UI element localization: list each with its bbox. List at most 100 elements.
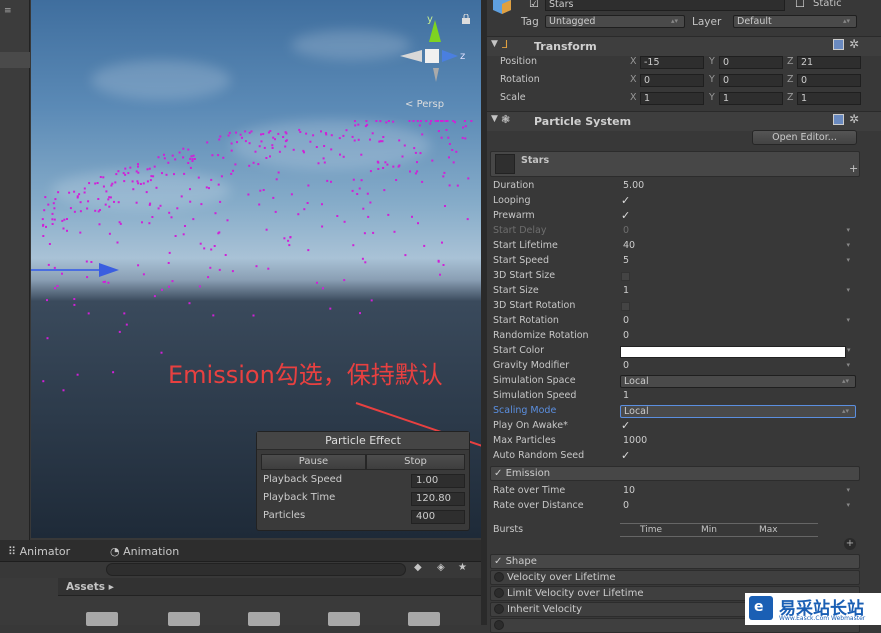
prop-field[interactable]: 0 bbox=[620, 330, 856, 343]
particle bbox=[118, 221, 121, 224]
particle bbox=[168, 285, 170, 288]
prop-field[interactable]: 1 ▾ bbox=[620, 285, 856, 298]
rate-over-distance-field[interactable]: 0 ▾ bbox=[620, 500, 856, 513]
particle-system-header[interactable]: ▼ ❃ Particle System ✲ bbox=[487, 111, 881, 131]
layer-dropdown[interactable]: Default ▴▾ bbox=[733, 15, 857, 28]
add-burst-button[interactable]: + bbox=[844, 538, 856, 550]
tab-animator[interactable]: ⠿ Animator bbox=[8, 545, 70, 558]
particle bbox=[115, 173, 118, 176]
assets-label[interactable]: Assets ▸ bbox=[66, 581, 114, 593]
chevron-down-icon[interactable]: ▾ bbox=[846, 255, 850, 266]
transform-header[interactable]: ▼ ⅃ Transform ✲ bbox=[487, 36, 881, 56]
playback-time-field[interactable]: 120.80 bbox=[411, 492, 465, 506]
particle bbox=[401, 155, 404, 158]
prop-field[interactable]: 40 ▾ bbox=[620, 240, 856, 253]
menu-icon[interactable]: ≡ bbox=[4, 6, 12, 16]
help-icon[interactable] bbox=[833, 114, 844, 125]
tag-dropdown[interactable]: Untagged ▴▾ bbox=[545, 15, 685, 28]
emission-checkbox[interactable]: ✓ bbox=[494, 468, 502, 479]
prop-field[interactable]: 1000 bbox=[620, 435, 856, 448]
prop-field[interactable]: 1 bbox=[620, 390, 856, 403]
particle bbox=[54, 198, 57, 201]
z-field[interactable]: 0 bbox=[797, 74, 861, 87]
particle bbox=[230, 142, 233, 145]
x-field[interactable]: -15 bbox=[640, 56, 704, 69]
prop-field[interactable]: 5.00 bbox=[620, 180, 856, 193]
open-editor-button[interactable]: Open Editor... bbox=[752, 130, 857, 145]
folder-icon[interactable] bbox=[248, 612, 280, 626]
chevron-down-icon[interactable]: ▾ bbox=[846, 360, 850, 371]
persp-label[interactable]: < Persp bbox=[405, 99, 444, 110]
x-field[interactable]: 0 bbox=[640, 74, 704, 87]
playback-speed-field[interactable]: 1.00 bbox=[411, 474, 465, 488]
x-field[interactable]: 1 bbox=[640, 92, 704, 105]
foldout-icon[interactable]: ▼ bbox=[491, 114, 498, 124]
folder-icon[interactable] bbox=[168, 612, 200, 626]
star-icon[interactable]: ★ bbox=[458, 562, 467, 573]
module-velocity-over-lifetime[interactable]: Velocity over Lifetime bbox=[490, 570, 860, 585]
z-field[interactable]: 21 bbox=[797, 56, 861, 69]
y-field[interactable]: 0 bbox=[719, 74, 783, 87]
scene-gizmo[interactable]: y z bbox=[400, 12, 470, 112]
chevron-down-icon[interactable]: ▴▾ bbox=[842, 406, 849, 417]
particle bbox=[112, 371, 115, 374]
chevron-down-icon[interactable]: ▾ bbox=[846, 240, 850, 251]
module-toggle[interactable] bbox=[494, 604, 504, 614]
prop-checkbox[interactable]: ✓ bbox=[621, 419, 630, 432]
selected-row[interactable] bbox=[0, 52, 30, 68]
project-search-input[interactable] bbox=[106, 563, 406, 576]
label-icon[interactable]: ◈ bbox=[437, 562, 445, 573]
module-toggle[interactable] bbox=[494, 588, 504, 598]
shape-checkbox[interactable]: ✓ bbox=[494, 556, 502, 567]
gear-icon[interactable]: ✲ bbox=[849, 112, 859, 126]
help-icon[interactable] bbox=[833, 39, 844, 50]
chevron-down-icon[interactable]: ▴▾ bbox=[842, 376, 849, 387]
module-toggle[interactable] bbox=[494, 572, 504, 582]
system-module-header[interactable]: Stars + bbox=[490, 151, 860, 177]
add-icon[interactable]: + bbox=[849, 162, 858, 175]
prop-checkbox[interactable] bbox=[621, 302, 630, 311]
emission-module-header[interactable]: ✓ Emission bbox=[490, 466, 860, 481]
stop-button[interactable]: Stop bbox=[366, 454, 465, 470]
static-checkbox[interactable]: ☐ bbox=[795, 0, 805, 10]
module-shape[interactable]: ✓ Shape bbox=[490, 554, 860, 569]
folder-icon[interactable] bbox=[86, 612, 118, 626]
prop-field[interactable]: Local ▴▾ bbox=[620, 375, 856, 388]
prop-field[interactable]: 5 ▾ bbox=[620, 255, 856, 268]
folder-icon[interactable] bbox=[328, 612, 360, 626]
lock-icon[interactable] bbox=[461, 14, 471, 24]
chevron-down-icon[interactable]: ▾ bbox=[846, 225, 850, 236]
prop-checkbox[interactable]: ✓ bbox=[621, 209, 630, 222]
prop-field[interactable]: 0 ▾ bbox=[620, 360, 856, 373]
particle bbox=[323, 145, 326, 147]
prop-field[interactable]: Local ▴▾ bbox=[620, 405, 856, 418]
prop-label: Duration bbox=[493, 180, 535, 191]
module-toggle[interactable] bbox=[494, 620, 504, 630]
y-field[interactable]: 1 bbox=[719, 92, 783, 105]
particle bbox=[383, 189, 386, 192]
rate-over-time-field[interactable]: 10 ▾ bbox=[620, 485, 856, 498]
prop-checkbox[interactable]: ✓ bbox=[621, 449, 630, 462]
chevron-down-icon[interactable]: ▾ bbox=[846, 285, 850, 296]
filter-icon[interactable]: ◆ bbox=[414, 562, 422, 573]
particle bbox=[408, 120, 411, 122]
rate-over-time-row: Rate over Time 10 ▾ bbox=[487, 485, 881, 500]
tab-animation[interactable]: ◔ Animation bbox=[110, 545, 179, 558]
prop-checkbox[interactable]: ✓ bbox=[621, 194, 630, 207]
object-name-field[interactable]: Stars bbox=[545, 0, 785, 11]
foldout-icon[interactable]: ▼ bbox=[491, 39, 498, 49]
particle bbox=[372, 231, 375, 234]
prop-field[interactable]: 0 ▾ bbox=[620, 315, 856, 328]
start-color-swatch[interactable] bbox=[620, 346, 846, 358]
particle bbox=[208, 187, 210, 190]
prop-row: Max Particles 1000 bbox=[487, 435, 881, 450]
z-field[interactable]: 1 bbox=[797, 92, 861, 105]
chevron-down-icon[interactable]: ▾ bbox=[847, 346, 851, 354]
folder-icon[interactable] bbox=[408, 612, 440, 626]
prop-checkbox[interactable] bbox=[621, 272, 630, 281]
gear-icon[interactable]: ✲ bbox=[849, 37, 859, 51]
pause-button[interactable]: Pause bbox=[261, 454, 366, 470]
active-checkbox[interactable]: ☑ bbox=[529, 0, 539, 10]
chevron-down-icon[interactable]: ▾ bbox=[846, 315, 850, 326]
y-field[interactable]: 0 bbox=[719, 56, 783, 69]
